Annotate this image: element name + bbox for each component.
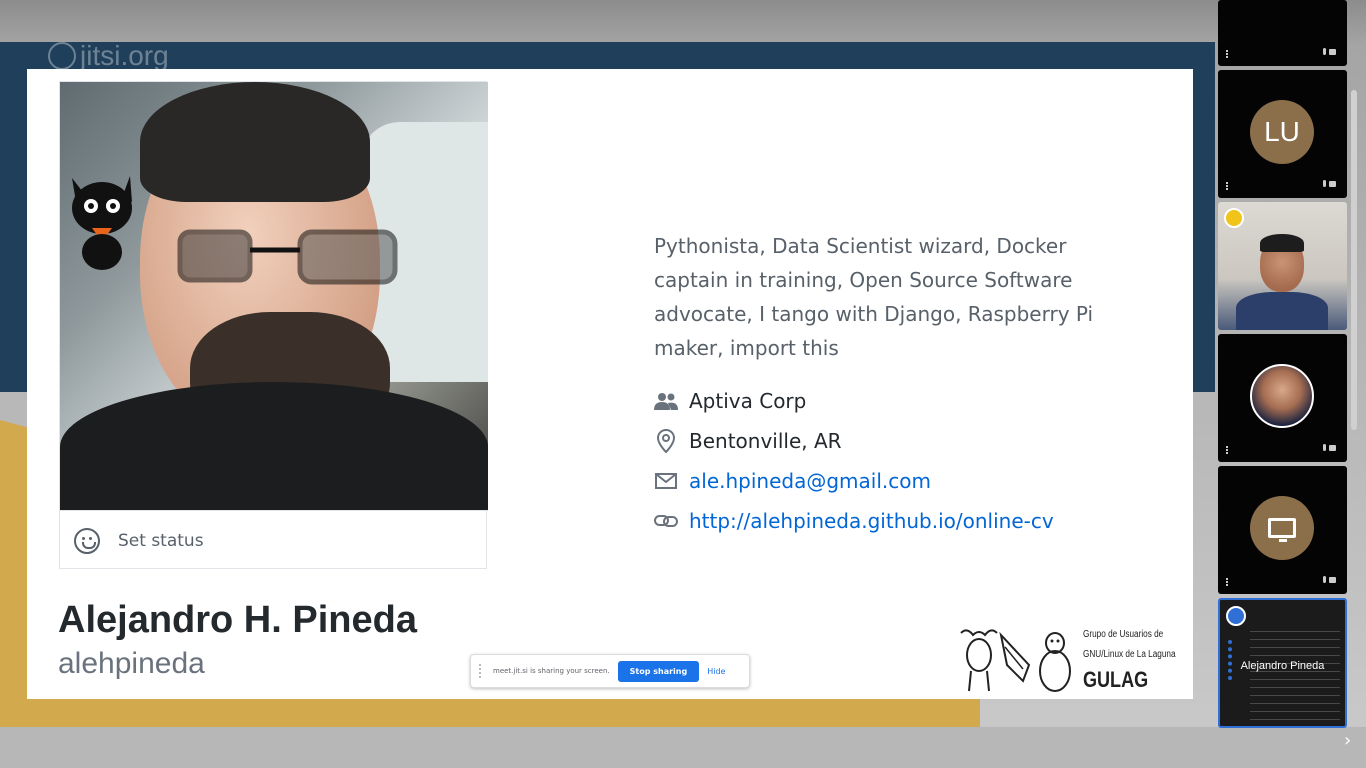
participant-tile[interactable]: LU	[1218, 70, 1347, 198]
filmstrip: LU Alejandro Pineda	[1215, 0, 1366, 768]
link-icon	[654, 509, 678, 533]
screen-preview	[1250, 630, 1340, 720]
people-icon	[654, 389, 678, 413]
company-text: Aptiva Corp	[689, 389, 807, 413]
gulag-line-1: Grupo de Usuarios de	[1083, 629, 1164, 640]
jitsi-logo-icon	[48, 42, 76, 70]
set-status-button[interactable]: Set status	[60, 510, 488, 570]
stop-sharing-button[interactable]: Stop sharing	[617, 660, 700, 682]
location-text: Bentonville, AR	[689, 429, 842, 453]
gnu-linux-mascots-icon	[960, 629, 1071, 692]
profile-photo	[60, 82, 488, 510]
mail-icon	[654, 469, 678, 493]
filmstrip-scrollbar[interactable]	[1351, 90, 1357, 430]
share-message: meet.jit.si is sharing your screen.	[493, 667, 610, 675]
bottom-toolbar	[0, 727, 1366, 768]
drag-handle-icon[interactable]	[479, 664, 485, 678]
profile-full-name: Alejandro H. Pineda	[58, 599, 417, 641]
profile-username: alehpineda	[58, 647, 205, 680]
avatar	[1250, 364, 1314, 428]
smiley-icon	[74, 527, 100, 554]
audio-status-icon	[1323, 48, 1337, 58]
participant-tile[interactable]	[1218, 334, 1347, 462]
video-participant-body	[1236, 292, 1328, 330]
more-options-icon[interactable]	[1226, 50, 1228, 58]
profile-avatar-card: Set status	[59, 81, 488, 570]
profile-details: Aptiva Corp Bentonville, AR ale.hpineda@…	[654, 381, 1054, 541]
set-status-label: Set status	[118, 530, 204, 551]
photo-hair	[140, 82, 370, 202]
location-pin-icon	[654, 429, 678, 453]
local-participant-tile[interactable]: Alejandro Pineda	[1218, 598, 1347, 728]
monitor-icon	[1268, 518, 1296, 542]
website-link[interactable]: http://alehpineda.github.io/online-cv	[689, 509, 1054, 533]
video-participant-hair	[1260, 234, 1304, 252]
hide-button[interactable]: Hide	[707, 667, 725, 676]
raised-hand-icon	[1224, 208, 1244, 228]
more-options-icon[interactable]	[1226, 446, 1228, 454]
gulag-name: GULAG	[1083, 667, 1149, 692]
jitsi-watermark: jitsi.org	[48, 40, 169, 72]
more-options-icon[interactable]	[1226, 578, 1228, 586]
gulag-line-2: GNU/Linux de La Laguna	[1083, 649, 1176, 660]
glasses-icon	[177, 229, 398, 285]
audio-status-icon	[1323, 180, 1337, 190]
jitsi-watermark-text: jitsi.org	[80, 40, 169, 71]
photo-hoodie	[60, 382, 488, 510]
email-link[interactable]: ale.hpineda@gmail.com	[689, 469, 931, 493]
participant-tile[interactable]	[1218, 202, 1347, 330]
audio-status-icon	[1323, 576, 1337, 586]
screen-share-notification: meet.jit.si is sharing your screen. Stop…	[470, 654, 750, 688]
conference-stage: › Set status Alejandro H. Pineda alehpin…	[0, 0, 1366, 768]
more-options-icon[interactable]	[1226, 182, 1228, 190]
profile-company: Aptiva Corp	[654, 381, 1054, 421]
profile-website[interactable]: http://alehpineda.github.io/online-cv	[654, 501, 1054, 541]
cat-sticker-icon	[72, 176, 132, 270]
participant-tile[interactable]	[1218, 0, 1347, 66]
participant-tile[interactable]	[1218, 466, 1347, 594]
dominant-speaker-icon	[1226, 606, 1246, 626]
profile-location: Bentonville, AR	[654, 421, 1054, 461]
profile-email[interactable]: ale.hpineda@gmail.com	[654, 461, 1054, 501]
avatar: LU	[1250, 100, 1314, 164]
participant-display-name: Alejandro Pineda	[1240, 660, 1325, 672]
shared-screen: Set status Alejandro H. Pineda alehpined…	[27, 69, 1193, 699]
audio-status-icon	[1323, 444, 1337, 454]
profile-bio: Pythonista, Data Scientist wizard, Docke…	[654, 234, 1094, 360]
gulag-logo: Grupo de Usuarios de GNU/Linux de La Lag…	[957, 621, 1193, 699]
screen-share-avatar	[1250, 496, 1314, 560]
